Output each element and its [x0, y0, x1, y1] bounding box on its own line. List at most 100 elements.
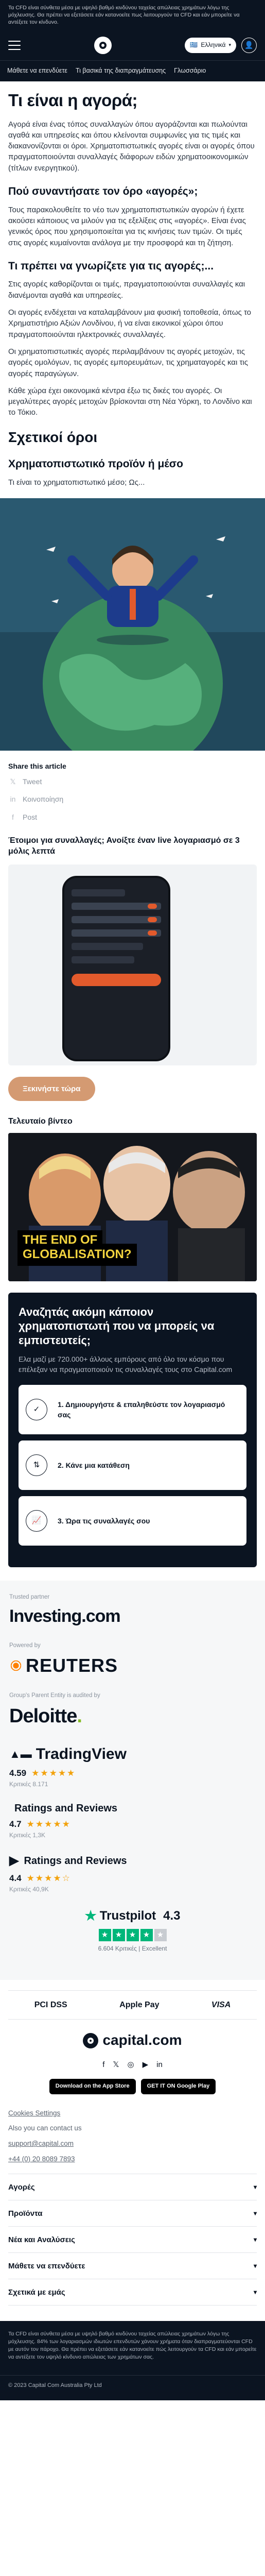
- accordion-label: Αγορές: [8, 2182, 35, 2192]
- nav-actions: 🇬🇷 Ελληνικά ▾ 👤: [185, 37, 257, 53]
- language-label: Ελληνικά: [201, 41, 226, 48]
- visa-logo: VISA: [211, 2001, 231, 2010]
- footer-logo-text: capital.com: [102, 2032, 182, 2048]
- cta-title: Αναζητάς ακόμη κάποιον χρηματοπιστωτή πο…: [19, 1305, 215, 1347]
- rating-value: 4.4: [9, 1873, 22, 1884]
- app-store-badge[interactable]: Download on the App Store: [49, 2078, 136, 2094]
- payment-methods: PCI DSS Apple Pay VISA: [8, 1990, 257, 2020]
- chevron-down-icon: ▾: [253, 2183, 257, 2191]
- related-terms-heading: Σχετικοί όροι: [8, 429, 98, 445]
- video-thumbnail[interactable]: THE END OF GLOBALISATION?: [8, 1132, 257, 1281]
- rating-count: Κριτικές 1,3K: [9, 1831, 46, 1839]
- social-links: f 𝕏 ◎ ▶ in: [8, 2059, 257, 2071]
- share-twitter[interactable]: 𝕏 Tweet: [8, 776, 257, 787]
- deloitte-block: Group's Parent Entity is audited by Delo…: [9, 1691, 256, 1731]
- tradingview-icon: ▲▬: [9, 1747, 32, 1760]
- trustpilot-star-icon: ★: [84, 1908, 97, 1924]
- apple-pay-logo: Apple Pay: [119, 2001, 160, 2010]
- google-play-logo: ▶ Ratings and Reviews: [9, 1852, 256, 1870]
- share-linkedin[interactable]: in Κοινοποίηση: [8, 794, 257, 804]
- accordion-about[interactable]: Σχετικά με εμάς ▾: [8, 2279, 257, 2306]
- tradingview-rating: 4.59 ★★★★★: [9, 1767, 256, 1780]
- section-where-paragraph: Τους παρακολουθείτε το νέο των χρηματοπι…: [8, 205, 246, 247]
- user-icon[interactable]: 👤: [241, 37, 257, 53]
- audited-caption: Group's Parent Entity is audited by: [9, 1692, 100, 1699]
- accordion-products[interactable]: Προϊόντα ▾: [8, 2200, 257, 2227]
- share-facebook[interactable]: f Post: [8, 812, 257, 822]
- language-selector[interactable]: 🇬🇷 Ελληνικά ▾: [185, 37, 236, 53]
- twitter-icon[interactable]: 𝕏: [113, 2059, 119, 2071]
- footer-risk-text: Τα CFD είναι σύνθετα μέσα με υψηλό βαθμό…: [8, 2331, 257, 2360]
- google-play-icon: ▶: [9, 1854, 19, 1868]
- chevron-down-icon: ▾: [253, 2235, 257, 2243]
- step-deposit[interactable]: ⇅ 2. Κάνε μια κατάθεση: [19, 1440, 246, 1490]
- know-paragraph-2: Οι αγορές ενδέχεται να καταλαμβάνουν μια…: [8, 308, 252, 339]
- investing-logo: Investing.com: [9, 1606, 121, 1626]
- share-linkedin-label: Κοινοποίηση: [23, 795, 64, 804]
- deloitte-label: Deloitte: [9, 1705, 77, 1727]
- linkedin-icon[interactable]: in: [156, 2059, 163, 2071]
- share-twitter-label: Tweet: [23, 777, 42, 786]
- store-badges: Download on the App Store GET IT ON Goog…: [8, 2078, 257, 2094]
- google-play-badge[interactable]: GET IT ON Google Play: [140, 2078, 216, 2094]
- share-facebook-label: Post: [23, 812, 38, 821]
- linkedin-icon: in: [10, 795, 16, 804]
- breadcrumb-glossary[interactable]: Γλωσσάριο: [174, 66, 206, 75]
- chevron-down-icon: ▾: [228, 42, 231, 47]
- powered-by-caption: Powered by: [9, 1642, 41, 1649]
- accordion-markets[interactable]: Αγορές ▾: [8, 2174, 257, 2201]
- globe-illustration: [0, 498, 265, 751]
- apple-rating-block: Ratings and Reviews 4.7 ★★★★★ Κριτικές 1…: [9, 1801, 256, 1840]
- footer-links: Cookies Settings Also you can contact us…: [8, 2106, 257, 2167]
- instagram-icon[interactable]: ◎: [127, 2059, 134, 2071]
- latest-video-title: Τελευταίο βίντεο: [8, 1117, 73, 1126]
- footer-risk-warning: Τα CFD είναι σύνθετα μέσα με υψηλό βαθμό…: [0, 2321, 265, 2376]
- tradingview-logo: ▲▬ TradingView: [9, 1743, 256, 1766]
- footer-accordion: Αγορές ▾ Προϊόντα ▾ Νέα και Αναλύσεις ▾ Μάθ…: [8, 2174, 257, 2306]
- apple-ratings-label: Ratings and Reviews: [14, 1803, 118, 1815]
- support-email-link[interactable]: support@capital.com: [8, 2140, 74, 2147]
- reuters-label: REUTERS: [26, 1654, 118, 1676]
- support-phone-link[interactable]: +44 (0) 20 8089 7893: [8, 2155, 75, 2163]
- rating-stars: ★★★★★: [26, 1819, 71, 1829]
- promo-title: Έτοιμοι για συναλλαγές; Ανοίξτε έναν liv…: [8, 836, 240, 856]
- capital-logo[interactable]: [94, 36, 112, 54]
- trustpilot-label: Trustpilot: [99, 1908, 156, 1923]
- youtube-icon[interactable]: ▶: [143, 2059, 149, 2071]
- share-title: Share this article: [8, 761, 66, 770]
- contact-label: Also you can contact us: [8, 2124, 82, 2132]
- accordion-learn[interactable]: Μάθετε να επενδύετε ▾: [8, 2253, 257, 2280]
- trustpilot-block: ★ Trustpilot 4.3 ★ ★ ★ ★ ★ 6.604 Κριτικές | …: [9, 1906, 256, 1953]
- tradingview-block: ▲▬ TradingView 4.59 ★★★★★ Κριτικές 8.171: [9, 1743, 256, 1789]
- investing-block: Trusted partner Investing.com: [9, 1593, 256, 1629]
- hamburger-icon[interactable]: [8, 40, 21, 50]
- cookies-settings-link[interactable]: Cookies Settings: [8, 2109, 60, 2117]
- step-label: 1. Δημιουργήστε & επαληθεύστε τον λογαρι…: [58, 1400, 225, 1419]
- footer-logo[interactable]: capital.com: [8, 2030, 257, 2051]
- user-check-icon: ✓: [26, 1399, 47, 1421]
- google-ratings-label: Ratings and Reviews: [24, 1855, 127, 1867]
- start-now-button[interactable]: Ξεκινήστε τώρα: [8, 1076, 95, 1101]
- steps-list: ✓ 1. Δημιουργήστε & επαληθεύστε τον λογα…: [19, 1385, 246, 1546]
- trust-cta-box: Αναζητάς ακόμη κάποιον χρηματοπιστωτή πο…: [8, 1292, 257, 1568]
- accordion-news[interactable]: Νέα και Αναλύσεις ▾: [8, 2227, 257, 2253]
- section-where-heading: Πού συναντήσατε τον όρο «αγορές»;: [8, 185, 198, 198]
- trustpilot-stars: ★ ★ ★ ★ ★: [9, 1928, 256, 1941]
- breadcrumb-learn[interactable]: Μάθετε να επενδύετε: [7, 66, 67, 75]
- step-trade[interactable]: 📈 3. Ώρα τις συναλλαγές σου: [19, 1496, 246, 1546]
- deposit-icon: ⇅: [26, 1454, 47, 1477]
- article-content: Τι είναι η αγορά; Αγορά είναι ένας τόπος…: [0, 91, 265, 2306]
- know-paragraph-4: Κάθε χώρα έχει οικονομικά κέντρα έξω τις…: [8, 386, 252, 417]
- breadcrumb-basics[interactable]: Τι βασικά της διαπραγμάτευσης: [76, 66, 166, 75]
- risk-warning-text: Τα CFD είναι σύνθετα μέσα με υψηλό βαθμό…: [8, 5, 240, 26]
- accordion-label: Νέα και Αναλύσεις: [8, 2235, 75, 2244]
- related-term-link[interactable]: Χρηματοπιστωτικό προϊόν ή μέσο: [8, 457, 257, 471]
- rating-value: 4.59: [9, 1768, 27, 1778]
- step-create-account[interactable]: ✓ 1. Δημιουργήστε & επαληθεύστε τον λογα…: [19, 1385, 246, 1435]
- facebook-icon[interactable]: f: [102, 2059, 104, 2071]
- risk-warning-banner: Τα CFD είναι σύνθετα μέσα με υψηλό βαθμό…: [0, 0, 265, 30]
- know-paragraph-1: Στις αγορές καθορίζονται οι τιμές, πραγμ…: [8, 280, 245, 300]
- trustpilot-count: 6.604 Κριτικές | Excellent: [98, 1944, 167, 1952]
- rating-stars: ★★★★★: [31, 1768, 76, 1778]
- rating-count: Κριτικές 40,9K: [9, 1885, 49, 1893]
